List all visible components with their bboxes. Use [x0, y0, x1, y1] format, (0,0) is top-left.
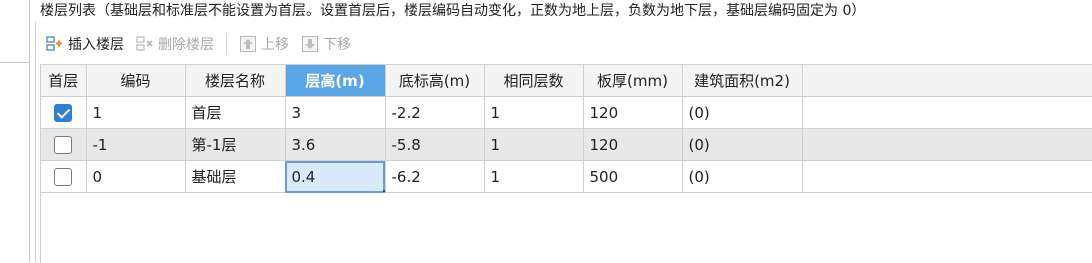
bottom-elevation-cell[interactable]: -6.2	[385, 160, 485, 193]
floor-list-title: 楼层列表（基础层和标准层不能设置为首层。设置首层后，楼层编码自动变化，正数为地上…	[40, 3, 866, 19]
filler-cell	[802, 96, 1092, 129]
first-floor-cell[interactable]	[41, 96, 87, 129]
same-count-cell[interactable]: 1	[484, 128, 584, 161]
header-bottom-elevation[interactable]: 底标高(m)	[385, 65, 485, 97]
left-panel-header	[0, 0, 29, 63]
first-floor-checkbox[interactable]	[54, 135, 73, 154]
same-count-cell[interactable]: 1	[484, 96, 584, 129]
first-floor-cell[interactable]	[41, 160, 87, 193]
delete-floor-button[interactable]: 删除楼层	[130, 30, 220, 58]
slab-thickness-cell[interactable]: 120	[583, 96, 683, 129]
floor-name-cell[interactable]: 首层	[185, 96, 286, 129]
table-row[interactable]: 1 首层 3 -2.2 1 120 (0)	[41, 96, 1092, 129]
floor-height-cell[interactable]: 3	[285, 96, 386, 129]
header-slab-thickness[interactable]: 板厚(mm)	[583, 65, 683, 97]
floor-height-value: 0.4	[291, 167, 316, 186]
slab-thickness-cell[interactable]: 120	[583, 128, 683, 161]
floor-table: 首层 编码 楼层名称 层高(m) 底标高(m) 相同层数 板厚(mm) 建筑面积…	[41, 65, 1092, 193]
header-code[interactable]: 编码	[86, 65, 186, 97]
same-count-cell[interactable]: 1	[484, 160, 584, 193]
arrow-down-icon	[301, 35, 319, 53]
left-panel	[0, 0, 30, 262]
slab-thickness-cell[interactable]: 500	[583, 160, 683, 193]
bottom-elevation-cell[interactable]: -5.8	[385, 128, 485, 161]
move-down-label: 下移	[323, 37, 351, 53]
floor-height-cell[interactable]: 3.6	[285, 128, 386, 161]
building-area-cell: (0)	[682, 96, 803, 129]
bottom-elevation-cell[interactable]: -2.2	[385, 96, 485, 129]
toolbar: 插入楼层 删除楼层 上移 下移	[40, 28, 1092, 60]
building-area-cell: (0)	[682, 160, 803, 193]
filler-cell	[802, 128, 1092, 161]
code-cell[interactable]: -1	[86, 128, 186, 161]
floor-height-cell-editing[interactable]: 0.4	[285, 160, 386, 193]
first-floor-cell[interactable]	[41, 128, 87, 161]
insert-floor-icon	[46, 35, 64, 53]
first-floor-checkbox[interactable]	[54, 167, 73, 186]
arrow-up-icon	[239, 35, 257, 53]
filler-cell	[802, 160, 1092, 193]
move-up-button[interactable]: 上移	[233, 30, 295, 58]
header-same-floor-count[interactable]: 相同层数	[484, 65, 584, 97]
header-building-area[interactable]: 建筑面积(m2)	[682, 65, 803, 97]
header-filler	[802, 65, 1092, 97]
selection-handle[interactable]	[382, 190, 384, 192]
move-down-button[interactable]: 下移	[295, 30, 357, 58]
first-floor-checkbox[interactable]	[54, 103, 73, 122]
table-row[interactable]: -1 第-1层 3.6 -5.8 1 120 (0)	[41, 128, 1092, 161]
floor-table-container: 首层 编码 楼层名称 层高(m) 底标高(m) 相同层数 板厚(mm) 建筑面积…	[40, 64, 1092, 263]
delete-floor-label: 删除楼层	[158, 37, 214, 53]
building-area-cell: (0)	[682, 128, 803, 161]
header-first-floor[interactable]: 首层	[41, 65, 87, 97]
insert-floor-button[interactable]: 插入楼层	[40, 30, 130, 58]
move-up-label: 上移	[261, 37, 289, 53]
header-floor-name[interactable]: 楼层名称	[185, 65, 286, 97]
code-cell[interactable]: 0	[86, 160, 186, 193]
delete-floor-icon	[136, 35, 154, 53]
code-cell[interactable]: 1	[86, 96, 186, 129]
table-header-row: 首层 编码 楼层名称 层高(m) 底标高(m) 相同层数 板厚(mm) 建筑面积…	[41, 65, 1092, 97]
table-row[interactable]: 0 基础层 0.4 -6.2 1 500 (0)	[41, 160, 1092, 193]
floor-name-cell[interactable]: 第-1层	[185, 128, 286, 161]
toolbar-separator	[226, 33, 227, 55]
insert-floor-label: 插入楼层	[68, 37, 124, 53]
panel-divider[interactable]	[35, 22, 36, 262]
header-floor-height[interactable]: 层高(m)	[285, 65, 386, 97]
floor-name-cell[interactable]: 基础层	[185, 160, 286, 193]
